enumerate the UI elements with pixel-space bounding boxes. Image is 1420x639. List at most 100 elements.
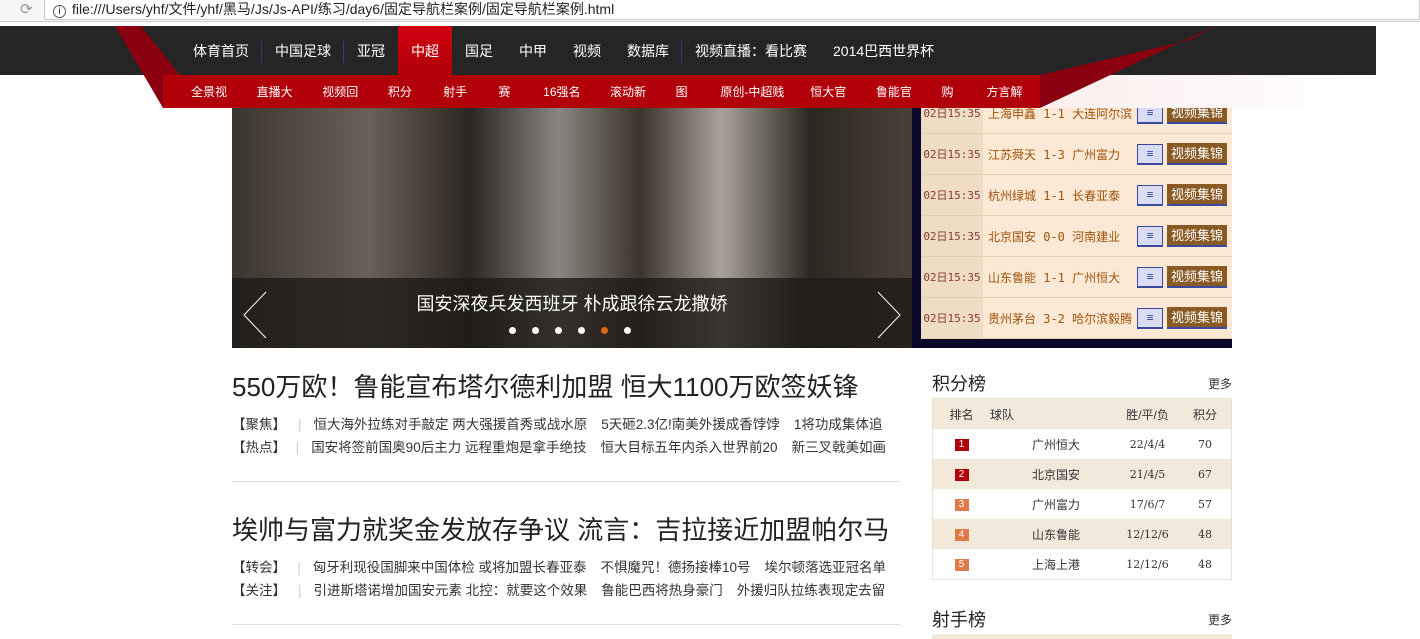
- slider-caption[interactable]: 国安深夜兵发西班牙 朴成跟徐云龙撒娇: [232, 290, 912, 316]
- match-result[interactable]: 山东鲁能 1-1 广州恒大: [983, 269, 1137, 286]
- subnav-item[interactable]: 恒大官博: [798, 75, 864, 133]
- news-link[interactable]: 匈牙利现役国脚来中国体检 或将加盟长春亚泰: [313, 556, 587, 579]
- match-result[interactable]: 贵州茅台 3-2 哈尔滨毅腾: [983, 310, 1137, 327]
- nav-item[interactable]: 中甲: [506, 26, 560, 75]
- subnav-item[interactable]: 鲁能官博: [864, 75, 930, 133]
- nav-item[interactable]: 视频直播：看比赛: [682, 26, 820, 75]
- subnav-item[interactable]: 滚动新闻: [598, 75, 664, 133]
- nav-item[interactable]: 亚冠: [344, 26, 398, 75]
- news-link[interactable]: 埃尔顿落选亚冠名单: [765, 556, 887, 579]
- record: 12/12/6: [1126, 557, 1169, 571]
- nav-item[interactable]: 数据库: [614, 26, 682, 75]
- document-icon[interactable]: ≡: [1137, 143, 1163, 165]
- match-result[interactable]: 上海申鑫 1-1 大连阿尔滨: [983, 108, 1137, 122]
- match-result[interactable]: 江苏舜天 1-3 广州富力: [983, 146, 1137, 163]
- nav-item[interactable]: 中国足球: [262, 26, 344, 75]
- chevron-left-icon[interactable]: [242, 291, 268, 339]
- slider-dot[interactable]: [555, 327, 562, 334]
- news-link[interactable]: 鲁能巴西将热身豪门: [601, 579, 723, 602]
- rank-badge: 1: [954, 439, 969, 451]
- subnav-item[interactable]: 16强名单: [531, 75, 598, 133]
- nav-item[interactable]: 体育首页: [180, 26, 262, 75]
- news-link[interactable]: 国安将签前国奥90后主力 远程重炮是拿手绝技: [311, 436, 586, 459]
- subnav-item[interactable]: 全景视频: [179, 75, 245, 133]
- video-highlights-button[interactable]: 视频集锦: [1167, 143, 1227, 165]
- scorers-more-link[interactable]: 更多: [1208, 611, 1232, 628]
- team-name[interactable]: 北京国安: [990, 466, 1115, 483]
- slider-dot[interactable]: [532, 327, 539, 334]
- schedule-row: 02日15:35 江苏舜天 1-3 广州富力 ≡ 视频集锦: [921, 134, 1232, 175]
- standings-title: 积分榜: [932, 374, 986, 394]
- news-link[interactable]: 恒大目标五年内杀入世界前20: [600, 436, 777, 459]
- news-link[interactable]: 外援归队拉练表现定去留: [737, 579, 886, 602]
- video-highlights-button[interactable]: 视频集锦: [1167, 266, 1227, 288]
- schedule-row: 02日15:35 山东鲁能 1-1 广州恒大 ≡ 视频集锦: [921, 257, 1232, 298]
- video-highlights-button[interactable]: 视频集锦: [1167, 184, 1227, 206]
- nav-item[interactable]: 视频: [560, 26, 614, 75]
- reload-icon[interactable]: ⟳: [20, 0, 33, 18]
- record: 22/4/4: [1129, 437, 1166, 451]
- rank-cell: 5: [933, 557, 990, 571]
- slider-dot[interactable]: [509, 327, 516, 334]
- subnav-item[interactable]: 积分榜: [376, 75, 431, 133]
- video-highlights-button[interactable]: 视频集锦: [1167, 108, 1227, 124]
- record: 21/4/5: [1129, 467, 1166, 481]
- news-link[interactable]: 新三叉戟美如画: [792, 436, 887, 459]
- news-link[interactable]: 引进斯塔诺增加国安元素 北控：就要这个效果: [314, 579, 588, 602]
- rank-badge: 3: [954, 499, 969, 511]
- table-row: 3 广州富力 17/6/7 57: [933, 489, 1231, 519]
- news-link[interactable]: 1将功成集体追: [794, 413, 883, 436]
- url-input[interactable]: i file:///Users/yhf/文件/yhf/黑马/Js/Js-API/练…: [44, 0, 1420, 20]
- schedule-row: 02日15:35 贵州茅台 3-2 哈尔滨毅腾 ≡ 视频集锦: [921, 298, 1232, 339]
- news-headline[interactable]: 埃帅与富力就奖金发放存争议 流言：吉拉接近加盟帕尔马: [232, 510, 900, 550]
- match-time: 02日15:35: [921, 216, 983, 256]
- news-link[interactable]: 5天砸2.3亿!南美外援成香饽饽: [601, 413, 780, 436]
- match-time: 02日15:35: [921, 175, 983, 215]
- table-row: 5 上海上港 12/12/6 48: [933, 549, 1231, 579]
- rank-cell: 4: [933, 527, 990, 541]
- standings-more-link[interactable]: 更多: [1208, 375, 1232, 392]
- nav-item[interactable]: 国足: [452, 26, 506, 75]
- nav-item[interactable]: 2014巴西世界杯: [820, 26, 947, 75]
- team-name[interactable]: 广州恒大: [990, 436, 1115, 453]
- document-icon[interactable]: ≡: [1137, 266, 1163, 288]
- slider-dot[interactable]: [601, 327, 608, 334]
- match-result[interactable]: 北京国安 0-0 河南建业: [983, 228, 1137, 245]
- points: 48: [1198, 557, 1212, 571]
- document-icon[interactable]: ≡: [1137, 225, 1163, 247]
- slider-dot[interactable]: [578, 327, 585, 334]
- news-line: 【热点】 | 国安将签前国奥90后主力 远程重炮是拿手绝技 恒大目标五年内杀入世界前2…: [232, 436, 900, 459]
- info-icon[interactable]: i: [53, 5, 66, 18]
- subnav-item[interactable]: 视频回顾: [310, 75, 376, 133]
- subnav-item[interactable]: 射手榜: [431, 75, 486, 133]
- news-line: 【转会】 | 匈牙利现役国脚来中国体检 或将加盟长春亚泰 不惧魔咒！德扬接棒10号 埃尔…: [232, 556, 900, 579]
- subnav-item[interactable]: 直播大厅: [245, 75, 311, 133]
- nav-item[interactable]: 中超: [398, 26, 452, 75]
- document-icon[interactable]: ≡: [1137, 307, 1163, 329]
- subnav-item[interactable]: 方言解说: [974, 75, 1040, 133]
- news-link[interactable]: 恒大海外拉练对手敲定 两大强援首秀或战水原: [314, 413, 588, 436]
- standings-header: 积分榜 更多: [932, 370, 1232, 396]
- rank-cell: 1: [933, 437, 990, 451]
- document-icon[interactable]: ≡: [1137, 108, 1163, 124]
- news-link[interactable]: 不惧魔咒！德扬接棒10号: [600, 556, 750, 579]
- team-name[interactable]: 山东鲁能: [990, 526, 1115, 543]
- subnav-item[interactable]: 购彩: [930, 75, 975, 133]
- team-name[interactable]: 广州富力: [990, 496, 1115, 513]
- news-headline[interactable]: 550万欧！鲁能宣布塔尔德利加盟 恒大1100万欧签妖锋: [232, 367, 900, 407]
- scorers-title: 射手榜: [932, 610, 986, 630]
- match-result[interactable]: 杭州绿城 1-1 长春亚泰: [983, 187, 1137, 204]
- chevron-right-icon[interactable]: [876, 291, 902, 339]
- slider-dot[interactable]: [624, 327, 631, 334]
- subnav-item[interactable]: 赛程: [486, 75, 531, 133]
- points: 57: [1198, 497, 1212, 511]
- document-icon[interactable]: ≡: [1137, 184, 1163, 206]
- video-highlights-button[interactable]: 视频集锦: [1167, 307, 1227, 329]
- subnav-item[interactable]: 原创-中超贱客: [708, 75, 798, 133]
- divider: |: [298, 417, 302, 432]
- image-slider[interactable]: 国安深夜兵发西班牙 朴成跟徐云龙撒娇: [232, 108, 912, 348]
- schedule-row: 02日15:35 北京国安 0-0 河南建业 ≡ 视频集锦: [921, 216, 1232, 257]
- video-highlights-button[interactable]: 视频集锦: [1167, 225, 1227, 247]
- subnav-item[interactable]: 图片: [664, 75, 709, 133]
- team-name[interactable]: 上海上港: [990, 556, 1115, 573]
